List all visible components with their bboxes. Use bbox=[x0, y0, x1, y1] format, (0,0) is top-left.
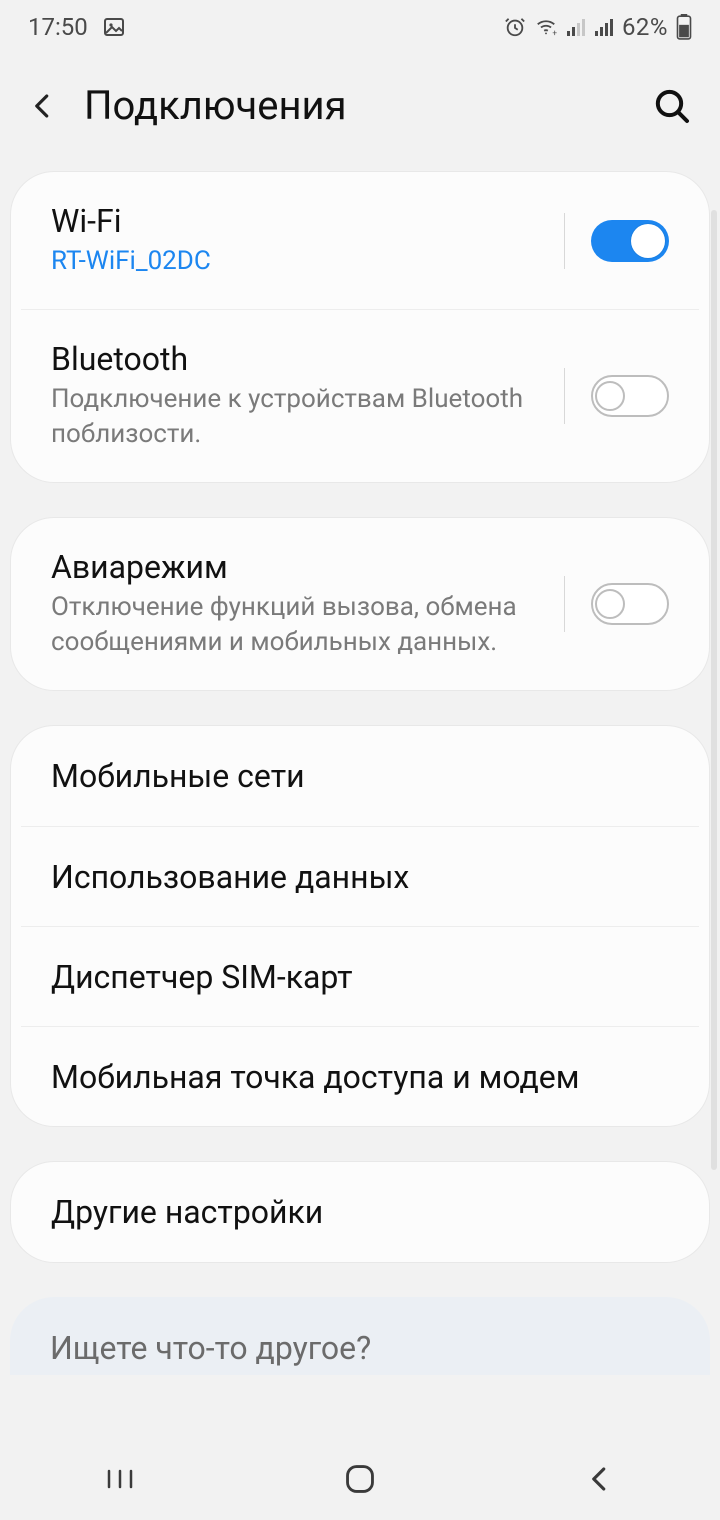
wifi-network: RT-WiFi_02DC bbox=[51, 244, 538, 279]
group-mobile: Мобильные сети Использование данных Дисп… bbox=[10, 725, 710, 1127]
airplane-sub: Отключение функций вызова, обмена сообще… bbox=[51, 590, 538, 660]
row-wifi[interactable]: Wi-Fi RT-WiFi_02DC bbox=[11, 172, 709, 309]
row-mobile-networks[interactable]: Мобильные сети bbox=[11, 726, 709, 826]
back-button[interactable] bbox=[28, 85, 58, 127]
row-hotspot[interactable]: Мобильная точка доступа и модем bbox=[21, 1026, 699, 1126]
picture-icon bbox=[102, 15, 126, 39]
nav-back-button[interactable] bbox=[570, 1459, 630, 1499]
divider bbox=[564, 213, 565, 269]
svg-text:+: + bbox=[552, 28, 557, 38]
nav-home-button[interactable] bbox=[330, 1459, 390, 1499]
scroll-indicator bbox=[711, 210, 717, 1170]
hint-text: Ищете что-то другое? bbox=[50, 1329, 371, 1367]
bluetooth-title: Bluetooth bbox=[51, 340, 538, 378]
row-other-settings[interactable]: Другие настройки bbox=[11, 1162, 709, 1262]
wifi-toggle[interactable] bbox=[591, 220, 669, 262]
other-title: Другие настройки bbox=[51, 1193, 669, 1231]
signal1-icon bbox=[566, 17, 586, 37]
nav-recent-button[interactable] bbox=[90, 1459, 150, 1499]
navigation-bar bbox=[0, 1438, 720, 1520]
wifi-title: Wi-Fi bbox=[51, 202, 538, 240]
bluetooth-toggle[interactable] bbox=[591, 375, 669, 417]
group-connectivity: Wi-Fi RT-WiFi_02DC Bluetooth Подключение… bbox=[10, 171, 710, 483]
status-time: 17:50 bbox=[28, 13, 88, 41]
airplane-title: Авиарежим bbox=[51, 548, 538, 586]
row-data-usage[interactable]: Использование данных bbox=[21, 826, 699, 926]
search-button[interactable] bbox=[652, 86, 692, 126]
page-title: Подключения bbox=[84, 82, 347, 129]
battery-icon bbox=[676, 14, 692, 40]
group-airplane: Авиарежим Отключение функций вызова, обм… bbox=[10, 517, 710, 691]
bluetooth-sub: Подключение к устройствам Bluetooth побл… bbox=[51, 382, 538, 452]
row-airplane[interactable]: Авиарежим Отключение функций вызова, обм… bbox=[11, 518, 709, 690]
status-bar: 17:50 + bbox=[0, 0, 720, 54]
wifi-icon: + bbox=[534, 16, 558, 38]
row-sim-manager[interactable]: Диспетчер SIM-карт bbox=[21, 926, 699, 1026]
divider bbox=[564, 576, 565, 632]
search-hint[interactable]: Ищете что-то другое? bbox=[10, 1297, 710, 1375]
sim-title: Диспетчер SIM-карт bbox=[51, 958, 669, 996]
row-bluetooth[interactable]: Bluetooth Подключение к устройствам Blue… bbox=[21, 309, 699, 482]
status-battery-pct: 62% bbox=[622, 13, 668, 41]
hotspot-title: Мобильная точка доступа и модем bbox=[51, 1058, 669, 1096]
airplane-toggle[interactable] bbox=[591, 583, 669, 625]
alarm-icon bbox=[504, 16, 526, 38]
divider bbox=[564, 368, 565, 424]
mobile-title: Мобильные сети bbox=[51, 757, 669, 795]
group-other: Другие настройки bbox=[10, 1161, 710, 1263]
signal2-icon bbox=[594, 17, 614, 37]
header: Подключения bbox=[0, 54, 720, 171]
data-title: Использование данных bbox=[51, 858, 669, 896]
